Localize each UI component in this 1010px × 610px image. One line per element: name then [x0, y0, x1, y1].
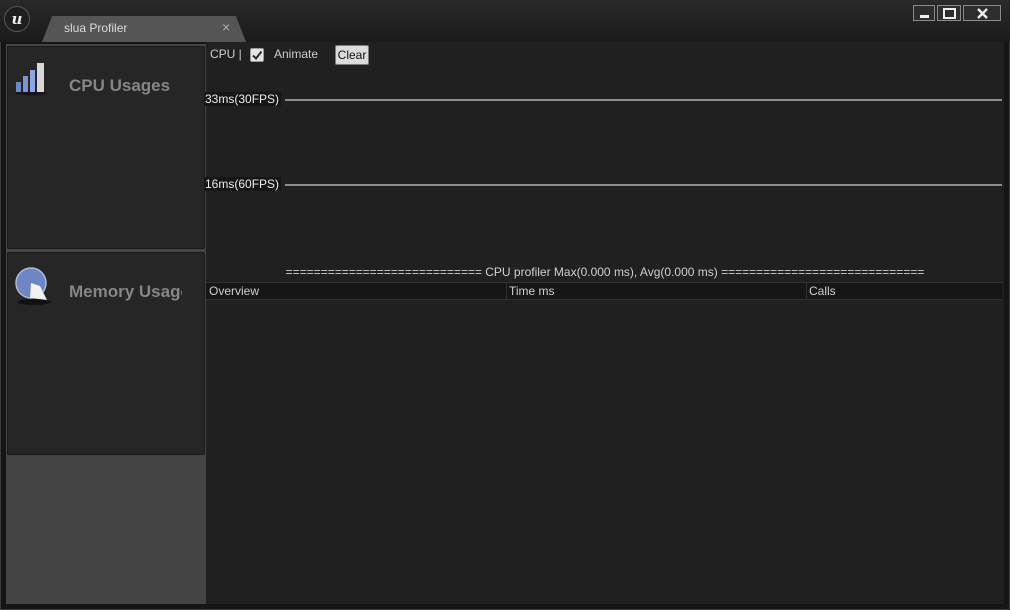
animate-checkbox[interactable]: [250, 48, 264, 62]
fps-30-line: [285, 99, 1002, 101]
sidebar-label-memory-usage: Memory Usage: [69, 282, 182, 301]
tab-close-icon[interactable]: ×: [222, 19, 230, 35]
minimize-button[interactable]: [913, 5, 935, 21]
animate-label: Animate: [274, 47, 319, 61]
column-divider[interactable]: [806, 283, 807, 299]
maximize-button[interactable]: [937, 5, 961, 21]
pie-chart-icon: [15, 267, 51, 305]
tab-title: slua Profiler: [64, 21, 128, 35]
cpu-profiler-summary: ============================ CPU profile…: [285, 265, 925, 279]
checkmark-icon: [252, 50, 263, 61]
minimize-icon: [920, 15, 929, 18]
unreal-logo-icon: u: [4, 6, 30, 32]
profiler-table-header: [206, 282, 1002, 300]
close-icon: [977, 8, 988, 19]
profiler-table-body: [206, 301, 1002, 601]
fps-60-label: 16ms(60FPS): [205, 177, 282, 191]
fps-60-line: [285, 184, 1002, 186]
cpu-label: CPU |: [210, 47, 242, 61]
clear-button[interactable]: Clear: [335, 45, 369, 65]
fps-30-label: 33ms(30FPS): [205, 92, 282, 106]
sidebar-label-cpu-usages: CPU Usages: [69, 76, 171, 95]
maximize-icon: [943, 8, 956, 19]
column-header-overview[interactable]: Overview: [209, 284, 259, 298]
column-header-time-ms[interactable]: Time ms: [509, 284, 555, 298]
column-header-calls[interactable]: Calls: [809, 284, 836, 298]
bar-chart-icon: [15, 63, 47, 96]
close-window-button[interactable]: [963, 5, 1001, 21]
column-divider[interactable]: [506, 283, 507, 299]
